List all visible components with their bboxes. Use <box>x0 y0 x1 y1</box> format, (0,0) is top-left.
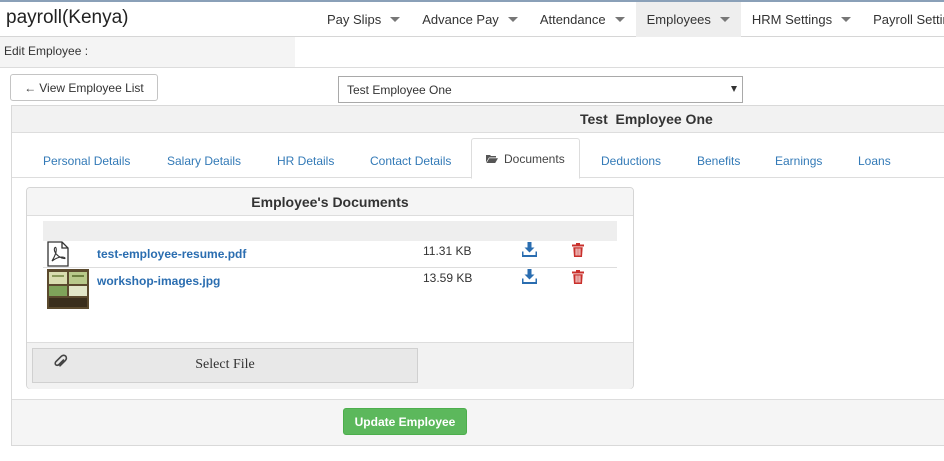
employee-panel: Test Employee One Personal Details Salar… <box>11 105 944 446</box>
tab-label: Documents <box>504 151 565 166</box>
nav-pay-slips[interactable]: Pay Slips <box>316 2 411 37</box>
employee-name-title: Test Employee One <box>580 111 713 127</box>
tab-benefits[interactable]: Benefits <box>697 144 740 178</box>
documents-box: Employee's Documents test-employee-resum… <box>26 187 634 389</box>
view-employee-list-button[interactable]: ← View Employee List <box>10 74 158 101</box>
panel-footer: Update Employee <box>12 399 944 445</box>
employee-select-value: Test Employee One <box>347 83 452 97</box>
document-row: workshop-images.jpg 13.59 KB <box>43 268 617 309</box>
nav-advance-pay[interactable]: Advance Pay <box>411 2 529 37</box>
caret-down-icon <box>719 17 730 22</box>
select-file-label: Select File <box>195 357 255 372</box>
nav-attendance[interactable]: Attendance <box>529 2 636 37</box>
tab-contact-details[interactable]: Contact Details <box>370 144 451 178</box>
nav-label: Advance Pay <box>422 12 499 27</box>
tab-earnings[interactable]: Earnings <box>775 144 822 178</box>
nav-label: Employees <box>646 12 711 27</box>
document-size: 13.59 KB <box>423 271 473 285</box>
caret-down-icon <box>614 17 625 22</box>
nav-payroll-settings[interactable]: Payroll Settings <box>862 2 944 37</box>
sub-header: Edit Employee : <box>0 37 944 68</box>
download-icon[interactable] <box>522 242 537 257</box>
nav-label: Attendance <box>539 12 606 27</box>
document-row: test-employee-resume.pdf 11.31 KB <box>43 241 617 268</box>
nav-hrm-settings[interactable]: HRM Settings <box>741 2 862 37</box>
top-navbar: payroll(Kenya) Pay Slips Advance Pay Att… <box>0 0 944 37</box>
select-file-button[interactable]: Select File <box>32 348 418 383</box>
tab-documents[interactable]: Documents <box>471 138 580 179</box>
download-icon[interactable] <box>522 269 537 284</box>
caret-down-icon <box>390 17 401 22</box>
tab-salary-details[interactable]: Salary Details <box>167 144 241 178</box>
documents-table-header <box>43 221 617 241</box>
nav-label: Payroll Settings <box>873 12 944 27</box>
folder-open-icon <box>486 155 498 163</box>
panel-header: Test Employee One <box>12 106 944 133</box>
pdf-file-icon <box>47 241 69 267</box>
nav-label: Pay Slips <box>327 12 382 27</box>
caret-down-icon <box>841 17 852 22</box>
trash-icon[interactable] <box>572 270 584 284</box>
employee-select[interactable]: Test Employee One <box>338 76 743 103</box>
app-brand[interactable]: payroll(Kenya) <box>6 7 129 29</box>
documents-title: Employee's Documents <box>27 188 633 216</box>
caret-down-icon <box>507 17 518 22</box>
document-link[interactable]: workshop-images.jpg <box>97 274 220 288</box>
arrow-left-icon: ← <box>24 80 37 95</box>
nav-label: HRM Settings <box>751 12 833 27</box>
page-title: Edit Employee : <box>0 37 295 67</box>
image-thumbnail[interactable] <box>47 269 89 309</box>
tab-hr-details[interactable]: HR Details <box>277 144 334 178</box>
employee-tabs: Personal Details Salary Details HR Detai… <box>12 138 944 179</box>
tab-personal-details[interactable]: Personal Details <box>43 144 130 178</box>
document-link[interactable]: test-employee-resume.pdf <box>97 247 246 261</box>
select-caret-icon <box>731 86 737 92</box>
main-nav: Pay Slips Advance Pay Attendance Employe… <box>316 2 944 37</box>
document-size: 11.31 KB <box>423 244 472 258</box>
view-employee-list-label: View Employee List <box>39 80 144 95</box>
tab-loans[interactable]: Loans <box>858 144 891 178</box>
trash-icon[interactable] <box>572 243 584 257</box>
upload-area: Select File <box>27 342 633 389</box>
nav-employees[interactable]: Employees <box>635 2 741 37</box>
tab-deductions[interactable]: Deductions <box>601 144 661 178</box>
update-employee-button[interactable]: Update Employee <box>343 408 467 435</box>
